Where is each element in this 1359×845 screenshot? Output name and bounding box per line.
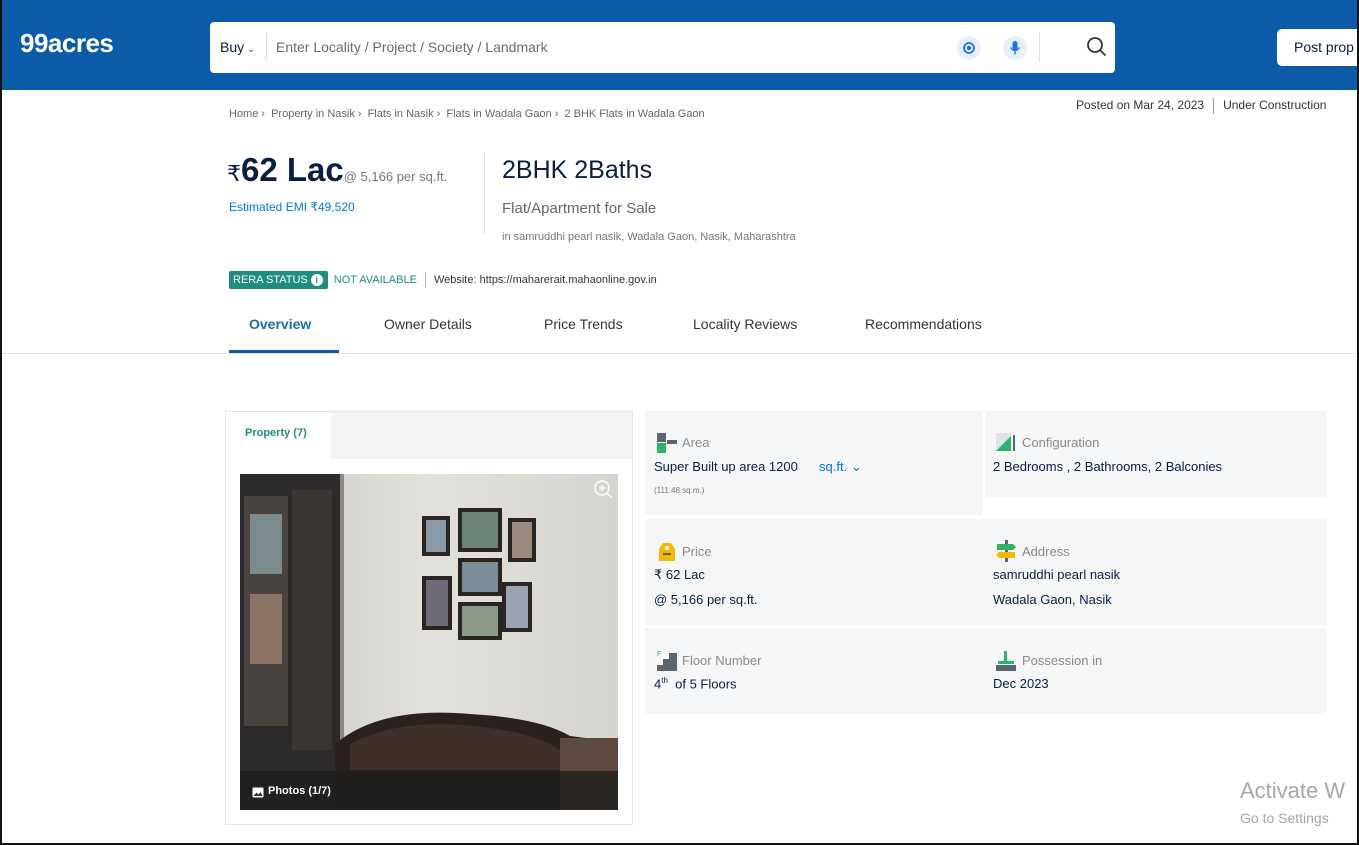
detail-card-price-address: [645, 519, 1326, 625]
floor-ordinal: th: [661, 676, 668, 685]
area-value: Super Built up area 1200: [654, 459, 798, 474]
property-address: in samruddhi pearl nasik, Wadala Gaon, N…: [502, 231, 796, 243]
info-icon[interactable]: i: [310, 274, 323, 286]
divider: [2, 353, 1357, 354]
rera-status-value: NOT AVAILABLE: [333, 274, 417, 286]
tab-locality-reviews[interactable]: Locality Reviews: [693, 316, 797, 332]
configuration-icon: [996, 431, 1016, 453]
config-title: 2BHK 2Baths: [502, 156, 653, 184]
windows-activation-hint: Go to Settings: [1240, 810, 1329, 826]
price-rate: @ 5,166 per sq.ft.: [343, 169, 448, 184]
floor-value: 4th of 5 Floors: [654, 676, 737, 691]
breadcrumb-item[interactable]: Property in Nasik: [271, 108, 355, 120]
detail-card-configuration: [986, 411, 1326, 497]
buy-dropdown-label: Buy: [220, 39, 245, 55]
photos-counter[interactable]: Photos (1/7): [268, 785, 331, 797]
breadcrumb-separator: ›: [436, 108, 441, 120]
property-photo[interactable]: [240, 474, 618, 810]
possession-value: Dec 2023: [993, 676, 1049, 691]
breadcrumb: Home › Property in Nasik › Flats in Nasik ›…: [229, 108, 705, 120]
page-frame: 99acres Buy⌄ Post prop Home› Property in…: [0, 0, 1359, 845]
divider: [424, 272, 426, 288]
posting-meta: Posted on Mar 24, 2023 Under Construction: [1076, 98, 1326, 114]
address-label: Address: [1022, 544, 1070, 559]
search-input[interactable]: [276, 34, 916, 60]
svg-text:F: F: [657, 651, 661, 658]
post-property-button[interactable]: Post prop: [1277, 29, 1357, 66]
breadcrumb-item[interactable]: Flats in Wadala Gaon: [446, 108, 551, 120]
area-sqm: (111.48 sq.m.): [654, 486, 705, 495]
microphone-icon[interactable]: [1003, 36, 1027, 60]
divider: [1039, 32, 1040, 62]
breadcrumb-separator: ›: [357, 108, 362, 120]
windows-activation-watermark: Activate W: [1240, 778, 1346, 803]
address-line-2: Wadala Gaon, Nasik: [993, 592, 1112, 607]
rera-website[interactable]: Website: https://maharerait.mahaonline.g…: [434, 274, 657, 286]
tab-overview[interactable]: Overview: [249, 316, 311, 332]
configuration-value: 2 Bedrooms , 2 Bathrooms, 2 Balconies: [993, 459, 1223, 474]
divider: [266, 34, 267, 60]
photo-tabbar: Property (7): [226, 412, 632, 459]
buy-dropdown[interactable]: Buy ⌄: [220, 39, 256, 55]
chevron-down-icon: ⌄: [850, 459, 862, 474]
breadcrumb-item[interactable]: Flats in Nasik: [368, 108, 434, 120]
area-unit-label: sq.ft.: [819, 459, 848, 474]
posted-date: Posted on Mar 24, 2023: [1076, 98, 1205, 113]
locate-me-icon[interactable]: [957, 36, 981, 60]
possession-icon: [996, 649, 1016, 671]
tab-price-trends[interactable]: Price Trends: [544, 316, 623, 332]
breadcrumb-item[interactable]: 2 BHK Flats in Wadala Gaon: [564, 108, 704, 120]
chevron-down-icon: ⌄: [247, 44, 256, 55]
top-navbar: 99acres Buy⌄ Post prop: [2, 0, 1357, 90]
detail-card-floor-possession: [645, 628, 1326, 714]
floor-stairs-icon: F: [657, 649, 677, 671]
signpost-icon: [996, 540, 1016, 562]
price-amount: 62 Lac: [241, 151, 344, 188]
price-tag-icon: [657, 540, 677, 562]
area-unit-dropdown[interactable]: sq.ft. ⌄: [819, 459, 862, 475]
photo-gallery-card: Property (7) Photos (1/7): [225, 411, 633, 825]
currency-symbol: ₹: [227, 161, 241, 186]
floor-label: Floor Number: [682, 653, 762, 668]
image-icon: [252, 785, 264, 798]
price-rate-value: @ 5,166 per sq.ft.: [654, 592, 758, 607]
floor-total: of 5 Floors: [675, 676, 737, 692]
address-line-1: samruddhi pearl nasik: [993, 567, 1121, 582]
construction-status: Under Construction: [1223, 98, 1327, 113]
tab-owner-details[interactable]: Owner Details: [384, 316, 472, 332]
divider: [1213, 98, 1215, 114]
property-type: Flat/Apartment for Sale: [502, 200, 657, 217]
divider: [484, 154, 485, 234]
breadcrumb-item[interactable]: Home: [229, 108, 258, 120]
search-icon[interactable]: [1084, 34, 1110, 60]
possession-label: Possession in: [1022, 653, 1103, 668]
price-value: ₹ 62 Lac: [654, 567, 705, 582]
price-block: ₹62 Lac@ 5,166 per sq.ft.: [227, 151, 447, 189]
area-icon: [657, 431, 677, 453]
zoom-in-icon[interactable]: [592, 478, 614, 500]
tab-property-photos[interactable]: Property (7): [226, 412, 331, 459]
search-bar: Buy ⌄: [210, 22, 1115, 73]
rera-row: RERA STATUS i NOT AVAILABLE Website: https:…: [229, 271, 657, 290]
area-label: Area: [682, 435, 710, 450]
breadcrumb-separator: ›: [554, 108, 559, 120]
breadcrumb-separator: ›: [261, 108, 266, 120]
rera-badge-label: RERA STATUS: [233, 274, 308, 286]
tab-recommendations[interactable]: Recommendations: [865, 316, 982, 332]
emi-link[interactable]: Estimated EMI ₹49,520: [229, 200, 355, 214]
price-label: Price: [682, 544, 712, 559]
site-logo[interactable]: 99acres: [20, 28, 114, 59]
rera-status-badge[interactable]: RERA STATUS i: [229, 271, 328, 289]
configuration-label: Configuration: [1022, 435, 1100, 450]
